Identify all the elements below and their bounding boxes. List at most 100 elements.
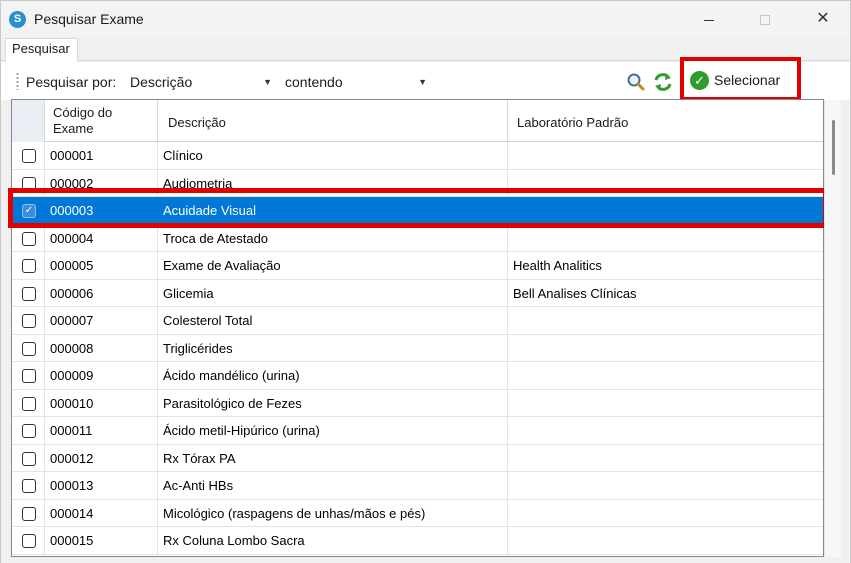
table-row[interactable]: 000005 Exame de Avaliação Health Analitics — [12, 252, 823, 280]
vertical-scrollbar[interactable] — [824, 100, 841, 557]
row-checkbox[interactable] — [22, 149, 36, 163]
dropdown-arrow-icon: ▼ — [418, 77, 427, 87]
row-checkbox-cell — [12, 389, 45, 416]
dropdown-arrow-icon: ▼ — [263, 77, 272, 87]
row-checkbox-cell — [12, 444, 45, 471]
select-button[interactable]: ✓ Selecionar — [680, 57, 801, 101]
row-lab — [508, 170, 823, 197]
window-bottom-edge — [1, 557, 850, 563]
row-code: 000002 — [45, 169, 158, 196]
search-exam-window: S Pesquisar Exame ✕ Pesquisar Pesquisar … — [0, 0, 851, 563]
row-description: Acuidade Visual — [158, 197, 508, 224]
table-row[interactable]: 000010 Parasitológico de Fezes — [12, 389, 823, 417]
scrollbar-thumb[interactable] — [832, 120, 835, 175]
row-description: Colesterol Total — [158, 307, 508, 334]
row-checkbox[interactable] — [22, 341, 36, 356]
tab-pesquisar[interactable]: Pesquisar — [5, 38, 78, 62]
table-row[interactable]: 000013 Ac-Anti HBs — [12, 472, 823, 500]
table-row[interactable]: 000001 Clínico — [12, 142, 823, 170]
row-code: 000013 — [45, 472, 158, 499]
search-mode-dropdown[interactable]: contendo ▼ — [281, 70, 433, 94]
row-lab — [508, 142, 823, 169]
row-description: Glicemia — [158, 279, 508, 306]
row-checkbox[interactable] — [22, 451, 36, 466]
table-row[interactable]: 000012 Rx Tórax PA — [12, 444, 823, 472]
row-checkbox-cell — [12, 527, 45, 554]
search-field-dropdown[interactable]: Descrição ▼ — [126, 70, 278, 94]
table-row[interactable]: 000009 Ácido mandélico (urina) — [12, 362, 823, 390]
row-checkbox[interactable] — [22, 506, 36, 521]
row-code: 000010 — [45, 389, 158, 416]
table-row[interactable]: 000014 Micológico (raspagens de unhas/mão… — [12, 499, 823, 527]
row-description: Rx Coluna Lombo Sacra — [158, 527, 508, 554]
row-checkbox[interactable] — [22, 479, 36, 493]
row-description: Exame de Avaliação — [158, 252, 508, 279]
search-mode-value: contendo — [285, 74, 343, 90]
row-description: Parasitológico de Fezes — [158, 389, 508, 416]
row-code: 000014 — [45, 499, 158, 526]
column-header-lab-label: Laboratório Padrão — [517, 115, 629, 130]
table-row[interactable]: 000008 Triglicérides — [12, 334, 823, 362]
close-icon: ✕ — [816, 10, 830, 27]
row-checkbox[interactable] — [22, 534, 36, 548]
row-checkbox[interactable] — [22, 176, 36, 191]
table-row[interactable]: 000015 Rx Coluna Lombo Sacra — [12, 527, 823, 555]
select-button-label: Selecionar — [714, 72, 781, 88]
refresh-icon[interactable] — [653, 72, 673, 92]
table-row[interactable]: ✓ 000003 Acuidade Visual — [12, 197, 823, 225]
row-lab — [508, 390, 823, 417]
row-code: 000006 — [45, 279, 158, 306]
row-checkbox[interactable] — [22, 259, 36, 273]
row-lab — [508, 225, 823, 252]
table-row[interactable]: 000007 Colesterol Total — [12, 307, 823, 335]
row-description: Troca de Atestado — [158, 224, 508, 251]
row-lab — [508, 527, 823, 554]
row-checkbox[interactable] — [22, 424, 36, 438]
minimize-button[interactable] — [686, 1, 732, 37]
row-code: 000004 — [45, 224, 158, 251]
row-lab — [508, 335, 823, 362]
row-checkbox[interactable] — [22, 314, 36, 328]
search-by-label: Pesquisar por: — [26, 74, 117, 90]
select-column-header[interactable] — [12, 100, 45, 142]
row-description: Ac-Anti HBs — [158, 472, 508, 499]
row-checkbox-cell — [12, 417, 45, 444]
row-checkbox[interactable] — [22, 396, 36, 411]
row-code: 000011 — [45, 417, 158, 444]
row-checkbox-cell — [12, 169, 45, 196]
row-lab — [508, 307, 823, 334]
row-code: 000008 — [45, 334, 158, 361]
row-description: Rx Tórax PA — [158, 444, 508, 471]
row-checkbox-cell — [12, 334, 45, 361]
row-lab: Health Analitics — [513, 258, 602, 273]
row-checkbox-cell — [12, 307, 45, 334]
search-icon[interactable] — [626, 72, 646, 92]
row-checkbox[interactable] — [22, 286, 36, 301]
row-description: Triglicérides — [158, 334, 508, 361]
check-icon: ✓ — [690, 71, 709, 90]
column-header-description[interactable]: Descrição — [158, 100, 508, 142]
row-checkbox-cell — [12, 224, 45, 251]
close-button[interactable]: ✕ — [800, 1, 846, 37]
table-row[interactable]: 000004 Troca de Atestado — [12, 224, 823, 252]
row-lab — [508, 417, 823, 444]
exam-table: Código do Exame Descrição Laboratório Pa… — [11, 99, 824, 557]
table-row[interactable]: 000011 Ácido metil-Hipúrico (urina) — [12, 417, 823, 445]
row-checkbox[interactable] — [22, 231, 36, 246]
column-header-lab[interactable]: Laboratório Padrão — [508, 100, 823, 142]
minimize-icon — [704, 19, 714, 21]
row-checkbox[interactable] — [22, 369, 36, 383]
row-description: Audiometria — [158, 169, 508, 196]
row-description: Ácido mandélico (urina) — [158, 362, 508, 389]
table-row[interactable]: 000006 Glicemia Bell Analises Clínicas — [12, 279, 823, 307]
column-header-code[interactable]: Código do Exame — [45, 100, 158, 142]
title-bar[interactable]: S Pesquisar Exame ✕ — [1, 1, 850, 37]
row-lab — [508, 472, 823, 499]
toolbar-grip[interactable] — [16, 72, 19, 90]
row-checkbox-cell — [12, 362, 45, 389]
table-row[interactable]: 000002 Audiometria — [12, 169, 823, 197]
row-checkbox[interactable]: ✓ — [22, 204, 36, 218]
row-checkbox-cell — [12, 472, 45, 499]
maximize-icon — [760, 15, 770, 26]
row-code: 000015 — [45, 527, 158, 554]
